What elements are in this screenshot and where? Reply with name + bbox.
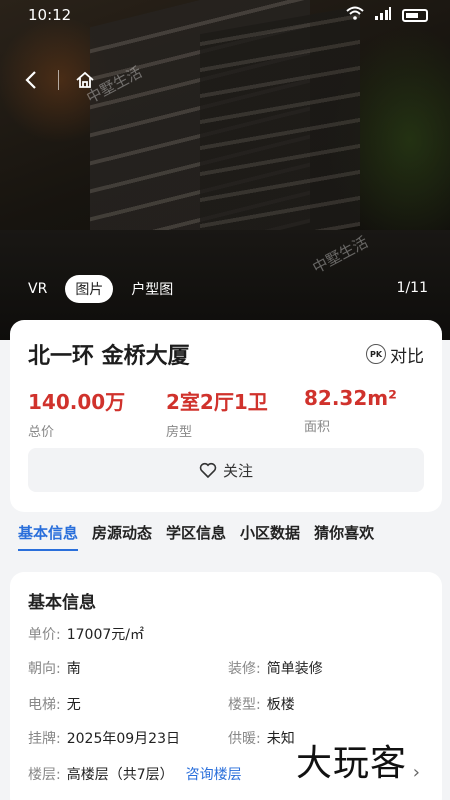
watermark-logo: 大玩客 xyxy=(296,743,408,784)
basic-info-title: 基本信息 xyxy=(28,593,96,613)
status-time: 10:12 xyxy=(28,6,72,24)
field-value: 未知 xyxy=(266,731,295,747)
media-tab-photos[interactable]: 图片 xyxy=(65,275,114,303)
building-type-row: 楼型: 板楼 xyxy=(228,694,295,714)
media-tab-floorplan[interactable]: 户型图 xyxy=(121,275,183,303)
field-label: 楼层: xyxy=(28,767,61,783)
back-button[interactable] xyxy=(18,66,46,94)
orientation-row: 朝向: 南 xyxy=(28,658,81,678)
field-label: 挂牌: xyxy=(28,731,61,747)
listed-date-row: 挂牌: 2025年09月23日 xyxy=(28,728,180,748)
stat-label: 总价 xyxy=(28,425,55,440)
field-value: 无 xyxy=(66,697,81,713)
decoration-row: 装修: 简单装修 xyxy=(228,658,323,678)
heating-row: 供暖: 未知 xyxy=(228,728,295,748)
field-label: 单价: xyxy=(28,627,61,643)
wifi-icon xyxy=(346,6,364,24)
field-label: 供暖: xyxy=(228,731,261,747)
title-row: 北一环 金桥大厦 PK 对比 xyxy=(28,338,424,370)
stat-label: 面积 xyxy=(304,420,331,435)
pk-icon: PK xyxy=(366,344,386,364)
stat-value: 82.32m² xyxy=(304,386,397,410)
field-label: 装修: xyxy=(228,661,261,677)
compare-button[interactable]: PK 对比 xyxy=(366,342,424,367)
field-value: 南 xyxy=(66,661,81,677)
stat-area: 82.32m² 面积 xyxy=(304,386,442,440)
compare-label: 对比 xyxy=(390,346,424,367)
listing-stats: 140.00万 总价 2室2厅1卫 房型 82.32m² 面积 xyxy=(28,386,442,440)
field-value: 板楼 xyxy=(266,697,295,713)
chevron-left-icon xyxy=(25,71,36,89)
status-bar: 10:12 xyxy=(0,0,450,30)
elevator-row: 电梯: 无 xyxy=(28,694,81,714)
tab-recommendations[interactable]: 猜你喜欢 xyxy=(314,522,374,551)
tab-community-data[interactable]: 小区数据 xyxy=(240,522,300,551)
media-tab-vr[interactable]: VR xyxy=(18,277,57,301)
stat-value: 2室2厅1卫 xyxy=(166,390,268,414)
battery-icon xyxy=(402,8,428,22)
field-value: 高楼层（共7层） xyxy=(66,767,174,783)
stat-value: 140.00万 xyxy=(28,390,126,414)
tab-basic-info[interactable]: 基本信息 xyxy=(18,522,79,551)
field-label: 朝向: xyxy=(28,661,61,677)
follow-label: 关注 xyxy=(222,461,253,480)
consult-floor-link[interactable]: 咨询楼层 xyxy=(186,764,242,784)
media-tabs: VR 图片 户型图 xyxy=(18,275,183,303)
building-photo-shape-2 xyxy=(200,5,360,255)
signal-icon xyxy=(374,6,392,24)
tab-school-info[interactable]: 学区信息 xyxy=(166,522,226,551)
stat-layout: 2室2厅1卫 房型 xyxy=(166,386,304,440)
nav-divider xyxy=(58,70,59,90)
unit-price-row: 单价: 17007元/㎡ xyxy=(28,624,144,644)
follow-button[interactable]: 关注 xyxy=(28,448,424,492)
listing-title: 北一环 金桥大厦 xyxy=(28,344,190,369)
field-value: 2025年09月23日 xyxy=(66,731,180,747)
tab-listing-updates[interactable]: 房源动态 xyxy=(92,522,152,551)
listing-photo[interactable]: 10:12 中墅生活 中墅生活 VR 图片 户型图 1/11 xyxy=(0,0,450,340)
field-label: 楼型: xyxy=(228,697,261,713)
chevron-right-icon[interactable]: › xyxy=(413,762,420,783)
field-value: 17007元/㎡ xyxy=(66,627,144,643)
stat-total-price: 140.00万 总价 xyxy=(28,386,166,440)
section-tabs: 基本信息 房源动态 学区信息 小区数据 猜你喜欢 xyxy=(18,522,374,551)
listing-summary-card: 北一环 金桥大厦 PK 对比 140.00万 总价 2室2厅1卫 房型 82.3… xyxy=(10,320,442,512)
field-label: 电梯: xyxy=(28,697,61,713)
photo-counter: 1/11 xyxy=(396,280,428,296)
field-value: 简单装修 xyxy=(266,661,323,677)
floor-row: 楼层: 高楼层（共7层） 咨询楼层 xyxy=(28,764,242,784)
stat-label: 房型 xyxy=(166,425,193,440)
heart-icon xyxy=(199,462,217,478)
